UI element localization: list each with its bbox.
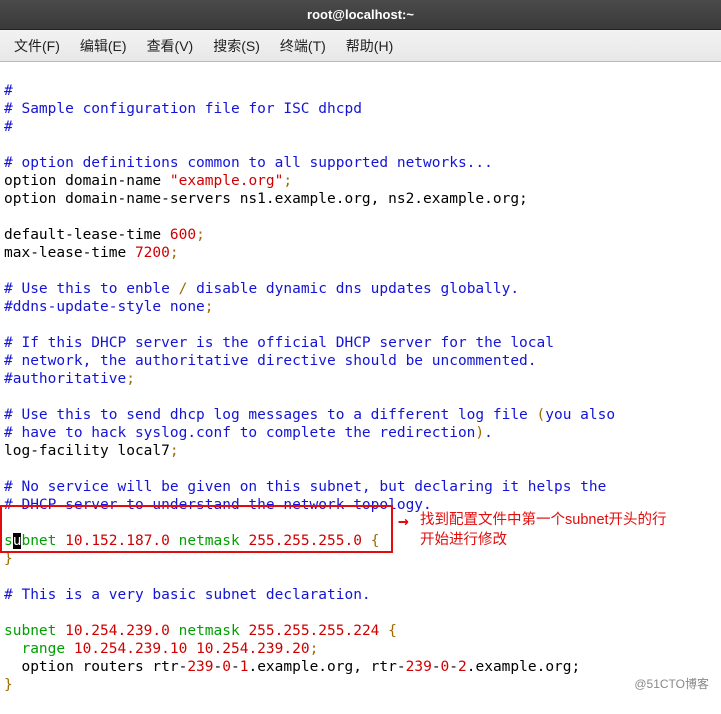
config-line: # Sample configuration file for ISC dhcp… — [4, 101, 362, 117]
config-line: # option definitions common to all suppo… — [4, 155, 493, 171]
config-line: subnet 10.254.239.0 netmask 255.255.255.… — [4, 623, 397, 639]
config-line: # This is a very basic subnet declaratio… — [4, 587, 371, 603]
config-line: #authoritative; — [4, 371, 135, 387]
config-line: # No service will be given on this subne… — [4, 479, 606, 495]
config-line: # network, the authoritative directive s… — [4, 353, 537, 369]
config-line: } — [4, 551, 13, 567]
subnet-line-first: subnet 10.152.187.0 netmask 255.255.255.… — [4, 533, 379, 549]
config-line: # DHCP server to understand the network … — [4, 497, 432, 513]
menu-bar: 文件(F) 编辑(E) 查看(V) 搜索(S) 终端(T) 帮助(H) — [0, 30, 721, 62]
config-line: # — [4, 83, 13, 99]
config-line: max-lease-time 7200; — [4, 245, 179, 261]
config-line: option routers rtr-239-0-1.example.org, … — [4, 659, 580, 675]
config-line: log-facility local7; — [4, 443, 179, 459]
menu-view[interactable]: 查看(V) — [137, 32, 204, 60]
window-titlebar: root@localhost:~ — [0, 0, 721, 30]
config-line: # have to hack syslog.conf to complete t… — [4, 425, 493, 441]
config-line: # Use this to enble / disable dynamic dn… — [4, 281, 519, 297]
menu-edit[interactable]: 编辑(E) — [70, 32, 137, 60]
config-line: range 10.254.239.10 10.254.239.20; — [4, 641, 318, 657]
config-line: # If this DHCP server is the official DH… — [4, 335, 554, 351]
menu-file[interactable]: 文件(F) — [4, 32, 70, 60]
config-line: option domain-name "example.org"; — [4, 173, 292, 189]
config-line: # — [4, 119, 13, 135]
watermark: @51CTO博客 — [634, 675, 709, 692]
terminal-content[interactable]: # # Sample configuration file for ISC dh… — [0, 62, 721, 714]
config-line: } — [4, 677, 13, 693]
menu-terminal[interactable]: 终端(T) — [270, 32, 336, 60]
config-line: #ddns-update-style none; — [4, 299, 214, 315]
config-line: option domain-name-servers ns1.example.o… — [4, 191, 528, 207]
config-line: # Use this to send dhcp log messages to … — [4, 407, 615, 423]
config-line: default-lease-time 600; — [4, 227, 205, 243]
menu-search[interactable]: 搜索(S) — [203, 32, 270, 60]
window-title: root@localhost:~ — [307, 7, 414, 22]
menu-help[interactable]: 帮助(H) — [336, 32, 403, 60]
